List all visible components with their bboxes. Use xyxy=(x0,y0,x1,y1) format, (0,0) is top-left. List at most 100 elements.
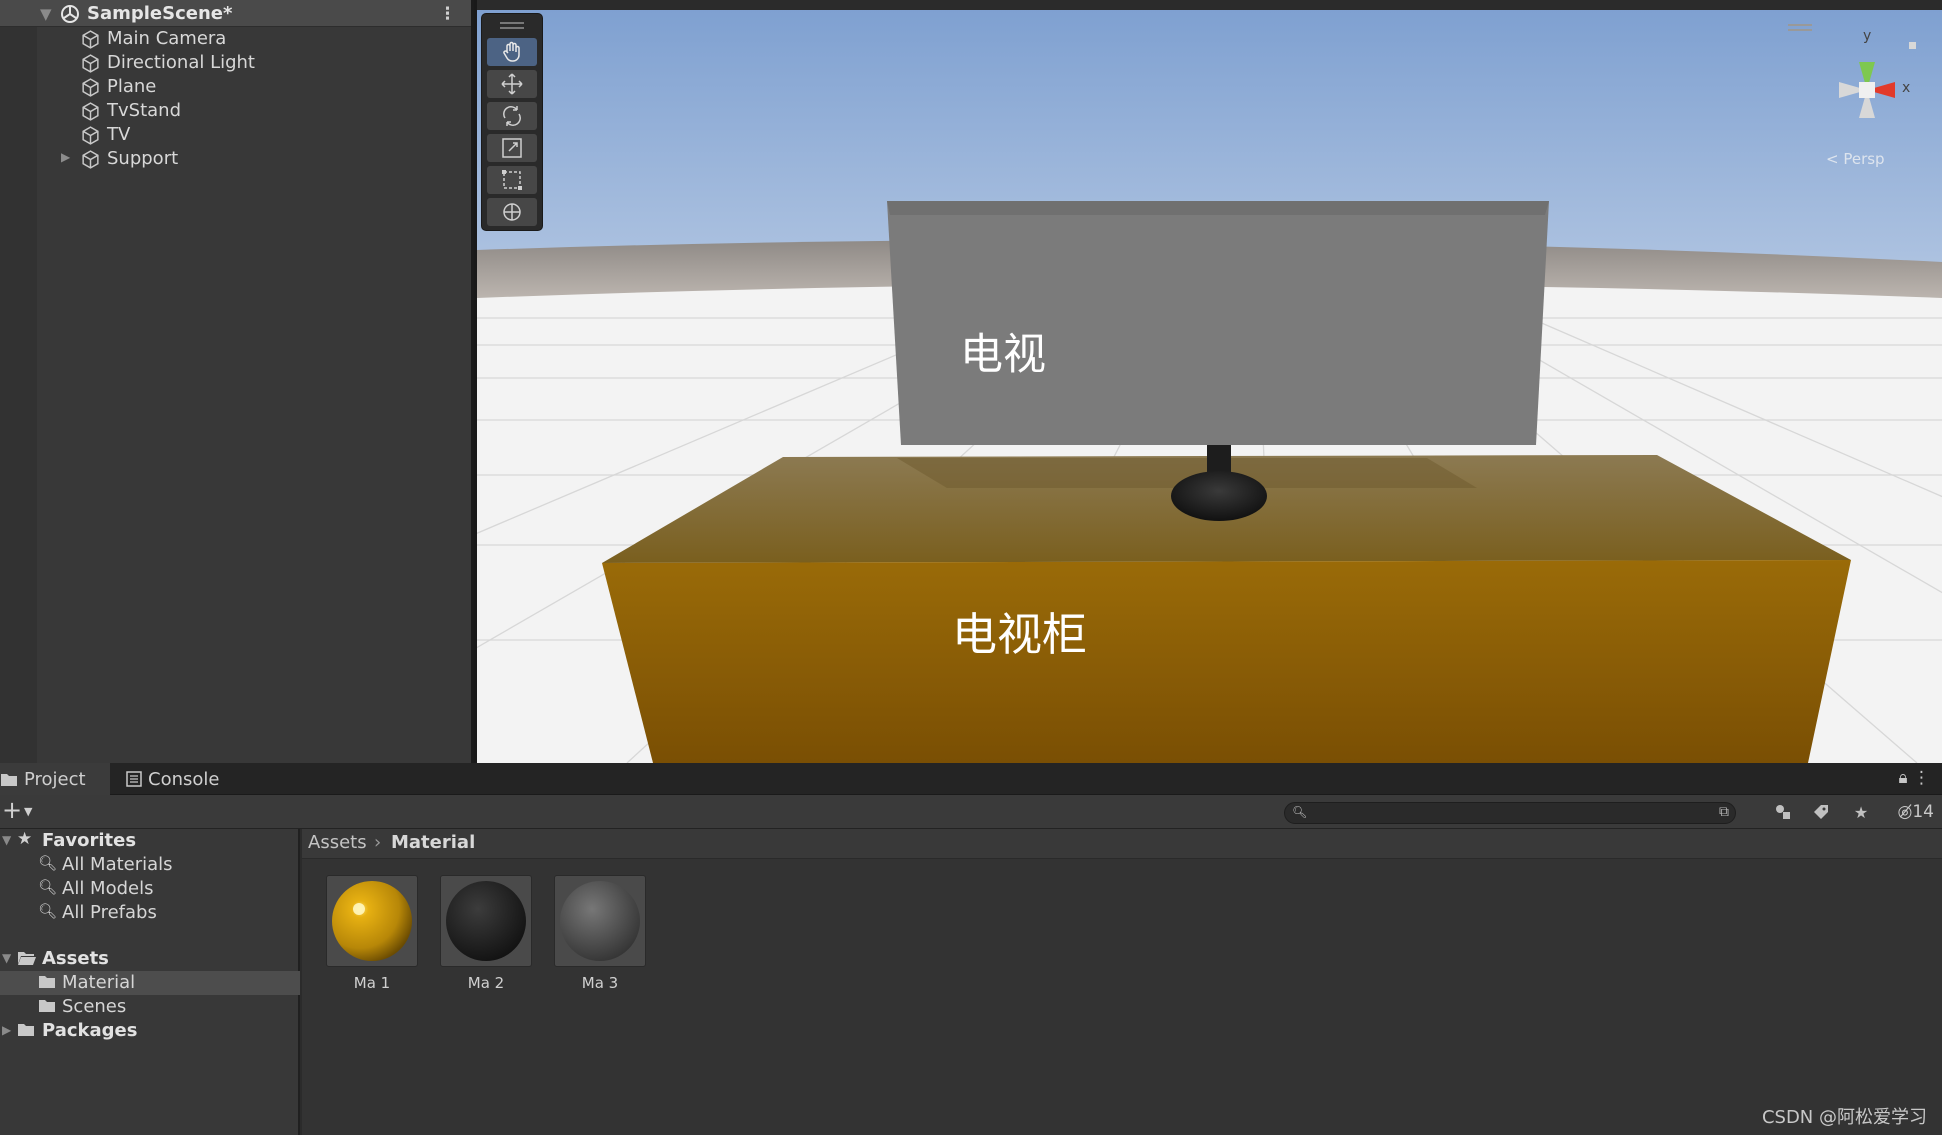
tab-console-label: Console xyxy=(148,769,220,790)
gameobject-cube-icon xyxy=(82,126,99,145)
scene-title: SampleScene* xyxy=(87,3,233,24)
project-toolbar: + ▼ 🔍︎ ⧉ ★ ◎̸14 xyxy=(0,795,1942,829)
collapse-arrow-icon[interactable]: ▼ xyxy=(2,833,11,847)
asset-browser: Assets › Material Ma 1 Ma 2 Ma 3 xyxy=(302,829,1942,1135)
rotate-tool-icon[interactable] xyxy=(487,102,537,130)
hierarchy-item-label: TvStand xyxy=(107,100,181,121)
add-asset-button[interactable]: + xyxy=(2,798,22,822)
tools-overlay xyxy=(481,13,543,231)
asset-item-ma2[interactable]: Ma 2 xyxy=(440,875,532,992)
hierarchy-panel: ▼ SampleScene* ⋮ Main Camera Directional… xyxy=(0,0,474,763)
folder-icon xyxy=(1,774,17,786)
gameobject-cube-icon xyxy=(82,30,99,49)
gameobject-cube-icon xyxy=(82,150,99,169)
hierarchy-item-label: Plane xyxy=(107,76,157,97)
transform-tool-icon[interactable] xyxy=(487,198,537,226)
search-by-type-icon[interactable]: ⧉ xyxy=(1719,804,1729,820)
asset-name: Ma 1 xyxy=(353,974,391,992)
scale-tool-icon[interactable] xyxy=(487,134,537,162)
scene-menu-icon[interactable]: ⋮ xyxy=(439,4,456,24)
tv-stand-label: 电视柜 xyxy=(952,608,1088,661)
expand-arrow-icon[interactable]: ▶ xyxy=(2,1023,11,1037)
tree-item-all-prefabs[interactable]: 🔍︎ All Prefabs xyxy=(0,901,300,925)
tv-stand-front xyxy=(602,560,1851,763)
collapse-arrow-icon[interactable]: ▼ xyxy=(40,5,52,23)
project-tabbar: Project Console 🔒︎ ⋮ xyxy=(0,763,1942,795)
overlay-grip-icon[interactable] xyxy=(500,22,524,24)
tree-label: Scenes xyxy=(62,996,127,1017)
asset-name: Ma 3 xyxy=(581,974,619,992)
eye-hidden-icon: ◎̸ xyxy=(1897,802,1913,822)
asset-item-ma3[interactable]: Ma 3 xyxy=(554,875,646,992)
asset-item-ma1[interactable]: Ma 1 xyxy=(326,875,418,992)
tree-item-favorites[interactable]: ▼ ★ Favorites xyxy=(0,829,300,853)
tree-item-all-models[interactable]: 🔍︎ All Models xyxy=(0,877,300,901)
console-icon xyxy=(126,771,142,787)
chevron-down-icon[interactable]: ▼ xyxy=(24,805,32,818)
search-icon: 🔍︎ xyxy=(1292,805,1308,819)
hierarchy-item-label: TV xyxy=(107,124,131,145)
material-thumbnail xyxy=(440,875,532,967)
hierarchy-item-label: Directional Light xyxy=(107,52,255,73)
gizmo-menu-icon[interactable] xyxy=(1788,24,1812,26)
unity-scene-icon xyxy=(61,5,79,23)
search-by-label-button[interactable] xyxy=(1806,799,1836,825)
breadcrumb-assets[interactable]: Assets xyxy=(308,832,367,853)
tree-label: Material xyxy=(62,972,136,993)
breadcrumb: Assets › Material xyxy=(302,829,1942,859)
hierarchy-item-tv[interactable]: TV xyxy=(0,123,471,147)
orientation-gizmo[interactable]: y x < Persp xyxy=(1812,20,1922,170)
tree-label: All Models xyxy=(62,878,154,899)
gizmo-y-label: y xyxy=(1863,28,1872,44)
gizmo-x-label: x xyxy=(1902,80,1911,96)
search-icon: 🔍︎ xyxy=(38,854,58,872)
favorites-star-button[interactable]: ★ xyxy=(1846,799,1876,825)
tag-icon xyxy=(1814,805,1828,819)
search-by-type-button[interactable] xyxy=(1768,799,1798,825)
project-panel: Project Console 🔒︎ ⋮ + ▼ 🔍︎ ⧉ ★ ◎̸14 ▼ ★… xyxy=(0,763,1942,1135)
hierarchy-item-tvstand[interactable]: TvStand xyxy=(0,99,471,123)
tree-label: All Materials xyxy=(62,854,173,875)
hierarchy-item-directional-light[interactable]: Directional Light xyxy=(0,51,471,75)
tree-item-all-materials[interactable]: 🔍︎ All Materials xyxy=(0,853,300,877)
move-tool-icon[interactable] xyxy=(487,70,537,98)
expand-arrow-icon[interactable]: ▶ xyxy=(61,150,70,164)
shapes-icon xyxy=(1776,805,1790,819)
hierarchy-item-support[interactable]: ▶ Support xyxy=(0,147,471,171)
search-icon: 🔍︎ xyxy=(38,878,58,896)
hierarchy-item-main-camera[interactable]: Main Camera xyxy=(0,27,471,51)
tree-item-assets[interactable]: ▼ Assets xyxy=(0,947,300,971)
tree-label: Assets xyxy=(42,948,109,969)
folder-icon xyxy=(18,1024,34,1036)
material-sphere-icon xyxy=(560,881,640,961)
hierarchy-item-plane[interactable]: Plane xyxy=(0,75,471,99)
tab-project[interactable]: Project xyxy=(0,763,110,795)
scene-header-row[interactable]: ▼ SampleScene* ⋮ xyxy=(0,0,471,27)
material-sphere-icon xyxy=(332,881,412,961)
tree-item-packages[interactable]: ▶ Packages xyxy=(0,1019,300,1043)
lock-and-menu-icon[interactable]: 🔒︎ ⋮ xyxy=(1899,768,1930,788)
star-icon: ★ xyxy=(17,829,33,849)
chevron-right-icon: › xyxy=(374,832,382,853)
hidden-count: 14 xyxy=(1912,802,1934,822)
projection-toggle[interactable]: < Persp xyxy=(1826,150,1885,168)
star-icon: ★ xyxy=(1853,802,1869,822)
scene-viewport[interactable] xyxy=(477,0,1942,763)
gameobject-cube-icon xyxy=(82,78,99,97)
scene-view[interactable]: 电视 电视柜 y x < Persp xyxy=(477,0,1942,763)
collapse-arrow-icon[interactable]: ▼ xyxy=(2,951,11,965)
tree-item-scenes[interactable]: Scenes xyxy=(0,995,300,1019)
rect-tool-icon[interactable] xyxy=(487,166,537,194)
hidden-packages-toggle[interactable]: ◎̸14 xyxy=(1898,802,1934,822)
project-search-input[interactable]: 🔍︎ ⧉ xyxy=(1284,802,1736,824)
folder-icon xyxy=(39,976,55,988)
hierarchy-item-label: Main Camera xyxy=(107,28,227,49)
hand-tool-icon[interactable] xyxy=(487,38,537,66)
breadcrumb-material[interactable]: Material xyxy=(391,832,475,853)
gameobject-cube-icon xyxy=(82,102,99,121)
tree-item-material[interactable]: Material xyxy=(0,971,300,995)
material-sphere-icon xyxy=(446,881,526,961)
hierarchy-item-label: Support xyxy=(107,148,179,169)
tab-console[interactable]: Console xyxy=(126,763,236,795)
scene-toolbar-strip xyxy=(477,0,1942,10)
